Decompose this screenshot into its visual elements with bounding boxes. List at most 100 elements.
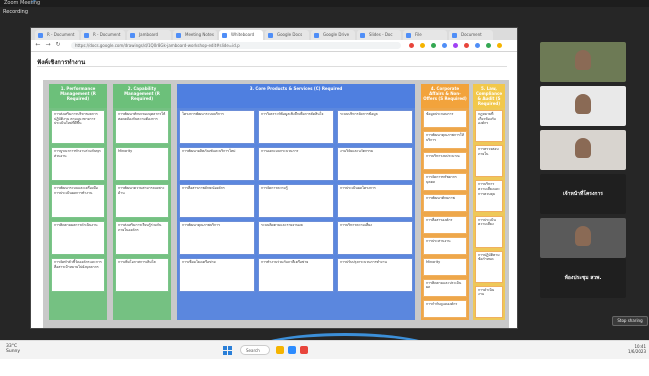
forward-icon[interactable]: →	[45, 42, 51, 48]
sticky-note[interactable]: การประเมินผลโครงการ	[337, 184, 413, 218]
extension-icon[interactable]	[453, 43, 458, 48]
extension-icon[interactable]	[464, 43, 469, 48]
browser-tab[interactable]: Slides - Doc	[357, 30, 401, 40]
sticky-note[interactable]: การตรวจสอบภายใน	[475, 145, 503, 178]
tab-favicon-icon	[222, 33, 227, 38]
browser-tab[interactable]: R - Document	[81, 30, 125, 40]
shared-browser-window: R - Document R - Document Jamboard Meeting …	[31, 28, 517, 328]
sticky-note[interactable]: การปฏิบัติตามข้อกำหนด	[475, 250, 503, 283]
sticky-note[interactable]: การปรับปรุงกระบวนการทำงาน	[337, 258, 413, 292]
taskbar-clock[interactable]: 10:41 1/6/2023	[618, 344, 646, 354]
extension-icon[interactable]	[486, 43, 491, 48]
browser-tab[interactable]: R - Document	[35, 30, 79, 40]
browser-tab[interactable]: Jamboard	[127, 30, 171, 40]
sticky-note[interactable]: การบริหารงบประมาณ	[423, 152, 467, 171]
weather-desc: Sunny	[6, 349, 21, 354]
browser-tab[interactable]: Meeting Notes	[173, 30, 217, 40]
sticky-note[interactable]: การสื่อสารองค์กร	[423, 215, 467, 234]
sticky-note[interactable]: การกำกับดูแลองค์กร	[423, 299, 467, 318]
sticky-note[interactable]: การจัดการความรู้	[258, 184, 334, 218]
column-header: 3. Core Products & Services (C) Required	[177, 84, 415, 108]
sticky-note[interactable]: การประสานงาน	[423, 236, 467, 255]
sticky-note[interactable]: การส่งเสริมการเรียนรู้ร่วมกันภายในองค์กร	[115, 221, 169, 255]
chrome-icon[interactable]	[300, 346, 308, 354]
participant-name-large: เจ้าหน้าที่โครงการ	[563, 191, 603, 197]
browser-tab[interactable]: Document	[449, 30, 493, 40]
taskbar-search-input[interactable]: Search	[240, 345, 270, 355]
extension-icon[interactable]	[431, 43, 436, 48]
tab-label: Whiteboard	[231, 32, 255, 37]
sticky-note[interactable]: ระบบบริหารจัดการข้อมูล	[337, 110, 413, 144]
participant-video-tile[interactable]	[540, 218, 626, 258]
sticky-note[interactable]: การพัฒนาศักยภาพ	[423, 194, 467, 213]
sticky-note[interactable]: Minority	[115, 147, 169, 181]
sticky-note[interactable]: การทำงานร่วมกับภาคีเครือข่าย	[258, 258, 334, 292]
tab-favicon-icon	[130, 33, 135, 38]
browser-tab[interactable]: Google Docs	[265, 30, 309, 40]
tab-favicon-icon	[268, 33, 273, 38]
zoom-app-icon[interactable]	[288, 346, 296, 354]
tab-label: File	[415, 32, 422, 37]
browser-tabstrip: R - Document R - Document Jamboard Meeting …	[31, 28, 517, 40]
participant-avatar	[575, 226, 591, 246]
tab-favicon-icon	[406, 33, 411, 38]
sticky-note[interactable]: ระบบติดตามและรายงานผล	[258, 221, 334, 255]
extension-icon[interactable]	[497, 43, 502, 48]
sticky-note[interactable]: การติดตามและประเมินผล	[423, 278, 467, 297]
tab-favicon-icon	[84, 33, 89, 38]
sticky-note[interactable]: การพัฒนาความสามารถเฉพาะด้าน	[115, 184, 169, 218]
participant-video-tile[interactable]: ห้องประชุม สวพ.	[540, 258, 626, 298]
sticky-note[interactable]: โครงการพัฒนาระบบบริการ	[179, 110, 255, 144]
sticky-note[interactable]: กฎหมายที่เกี่ยวข้องกับองค์กร	[475, 110, 503, 143]
browser-tab[interactable]: Whiteboard	[219, 30, 263, 40]
sticky-note[interactable]: การวิเคราะห์ข้อมูลเชิงลึกเพื่อการตัดสินใ…	[258, 110, 334, 144]
participant-video-tile[interactable]	[540, 130, 626, 170]
file-explorer-icon[interactable]	[276, 346, 284, 354]
participant-video-tile[interactable]	[540, 86, 626, 126]
participant-avatar	[575, 138, 591, 158]
extension-icon[interactable]	[409, 43, 414, 48]
browser-tab[interactable]: Google Drive	[311, 30, 355, 40]
sticky-note[interactable]: การจัดทำตัวชี้วัดองค์กรและการสื่อสารเป้า…	[51, 258, 105, 292]
sticky-note[interactable]: การดำเนินงาน	[475, 285, 503, 318]
url-input[interactable]: https://docs.google.com/drawings/d/1Q0r8…	[71, 42, 401, 49]
tab-favicon-icon	[176, 33, 181, 38]
weather-widget[interactable]: 33°C Sunny	[6, 344, 20, 354]
reload-icon[interactable]: ↻	[55, 42, 61, 48]
sticky-note[interactable]: Minority	[423, 257, 467, 276]
tab-label: Google Docs	[277, 32, 303, 37]
tab-favicon-icon	[314, 33, 319, 38]
sticky-note[interactable]: การเชื่อมโยงเครือข่าย	[179, 258, 255, 292]
sticky-note[interactable]: การบริหารความเสี่ยง	[337, 221, 413, 255]
participant-name-large: ห้องประชุม สวพ.	[564, 275, 602, 281]
sticky-note[interactable]: การส่งเสริมการบริหารผลการปฏิบัติงาน ตามแ…	[51, 110, 105, 144]
sticky-note[interactable]: ข้อมูลประกอบการ	[423, 110, 467, 129]
sticky-note[interactable]: การประเมินความเสี่ยง	[475, 215, 503, 248]
sticky-note[interactable]: การพัฒนาผลิตภัณฑ์และบริการใหม่	[179, 147, 255, 181]
windows-start-icon[interactable]	[223, 346, 232, 355]
tab-favicon-icon	[38, 33, 43, 38]
sticky-note[interactable]: การออกแบบกระบวนการ	[258, 147, 334, 181]
sticky-note[interactable]: การติดตามผลการดำเนินงาน	[51, 221, 105, 255]
sticky-note[interactable]: การพัฒนาคุณภาพบริการ	[179, 221, 255, 255]
sticky-note[interactable]: งานวิจัยและนวัตกรรม	[337, 147, 413, 181]
browser-tab[interactable]: File	[403, 30, 447, 40]
extension-icon[interactable]	[475, 43, 480, 48]
sticky-note[interactable]: การบูรณาการทำงานร่วมกันทุกส่วนงาน	[51, 147, 105, 181]
extension-icon[interactable]	[420, 43, 425, 48]
participant-video-tile[interactable]	[540, 42, 626, 82]
participant-video-tile[interactable]: เจ้าหน้าที่โครงการ	[540, 174, 626, 214]
column-header: 5. Law, Compliance & Audit (S Required)	[473, 84, 505, 108]
sticky-note[interactable]: การสื่อสารภาพลักษณ์องค์กร	[179, 184, 255, 218]
back-icon[interactable]: ←	[35, 42, 41, 48]
sticky-note[interactable]: การจัดการทรัพยากรบุคคล	[423, 173, 467, 192]
tab-label: R - Document	[93, 32, 121, 37]
sticky-note[interactable]: การพัฒนาทักษะของบุคลากรให้สอดคล้องกับควา…	[115, 110, 169, 144]
sticky-note[interactable]: การพัฒนาระบบและเครื่องมือการประเมินผลการ…	[51, 184, 105, 218]
sticky-note[interactable]: การเพิ่มโอกาสการเติบโต	[115, 258, 169, 292]
column-header: 4. Corporate Affairs & Non-Offers (S Req…	[421, 84, 469, 108]
extension-icon[interactable]	[442, 43, 447, 48]
stop-sharing-button[interactable]: Stop sharing	[612, 316, 648, 326]
sticky-note[interactable]: การพัฒนาคุณภาพการให้บริการ	[423, 131, 467, 150]
sticky-note[interactable]: การบริหารความเสี่ยงและการควบคุม	[475, 180, 503, 213]
